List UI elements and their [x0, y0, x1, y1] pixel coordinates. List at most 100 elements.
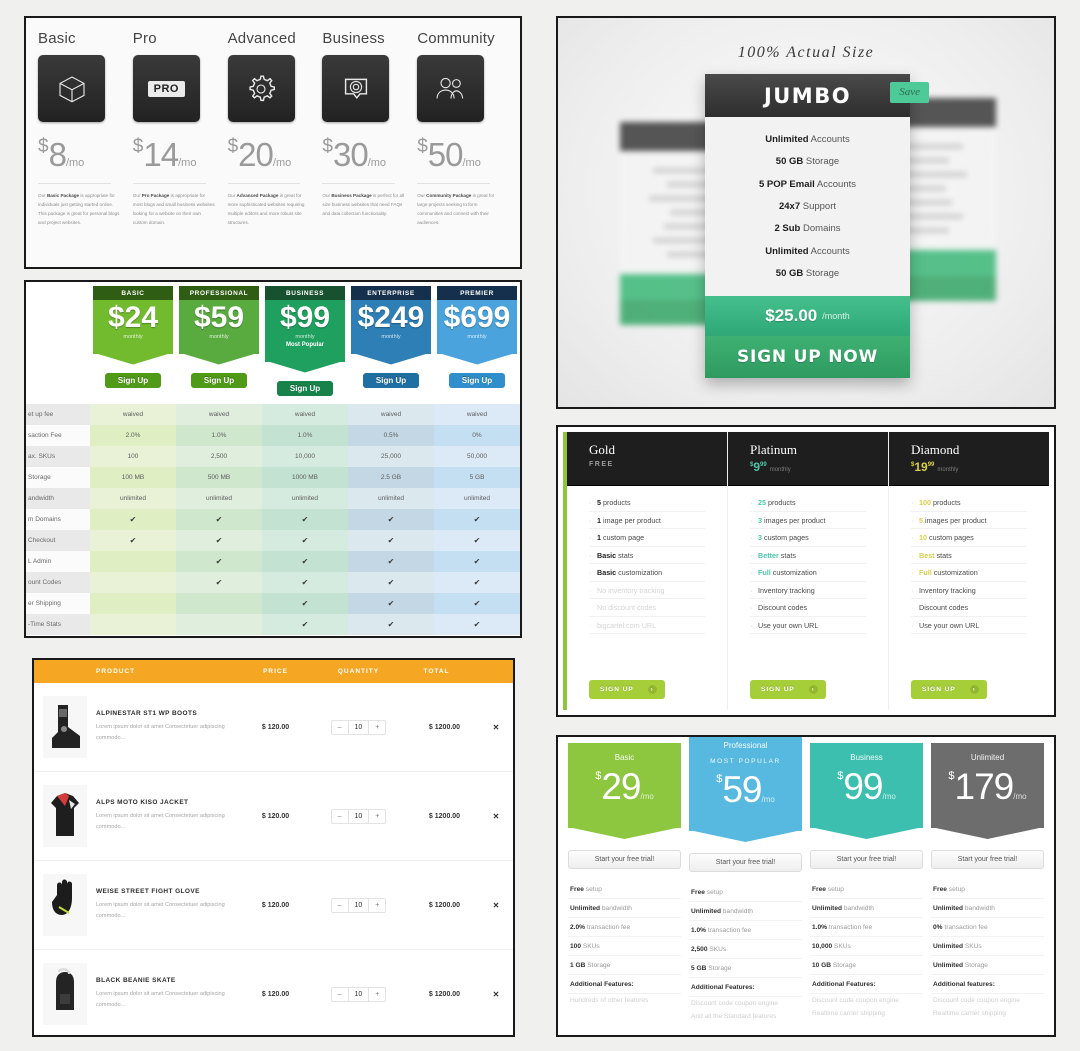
- feature-value: unlimited: [90, 488, 176, 509]
- feature-item: Additional Features:: [568, 975, 681, 994]
- feature-text: Use your own URL: [758, 620, 819, 630]
- feature-list: 25 products3 images per product3 custom …: [728, 486, 888, 669]
- quantity-value[interactable]: 10: [347, 898, 370, 912]
- plan-card: Unlimited $179/mo: [931, 743, 1044, 828]
- start-trial-button[interactable]: Start your free trial!: [689, 853, 802, 872]
- desc-lead: Our: [132, 193, 142, 198]
- feature-text: Storage: [706, 964, 732, 972]
- product-title[interactable]: ALPS MOTO KISO JACKET: [96, 799, 234, 806]
- quantity-stepper[interactable]: –10 +: [330, 986, 387, 1002]
- price-period: monthly: [769, 467, 791, 473]
- signup-button[interactable]: SIGN UP ›: [750, 680, 826, 699]
- feature-highlight: Full: [758, 568, 771, 577]
- feature-text: transaction fee: [706, 926, 752, 934]
- remove-item-icon[interactable]: ✕: [479, 901, 513, 910]
- signup-button[interactable]: Sign Up: [276, 380, 334, 396]
- feature-highlight: Additional Features:: [570, 980, 634, 988]
- tier-caption: BASIC: [93, 286, 173, 300]
- plan-description: Our Pro Package is appropriate for most …: [133, 192, 216, 228]
- plan-price: $59/mo: [689, 765, 802, 819]
- product-title[interactable]: BLACK BEANIE SKATE: [96, 977, 234, 984]
- signup-button[interactable]: SIGN UP ›: [589, 680, 665, 699]
- plan-header: Platinum $999monthly: [728, 432, 888, 486]
- feature-value: [176, 614, 262, 635]
- plan-column-community: Community $50/mo Our Community Package is …: [417, 30, 512, 267]
- plan-column-basic: Basic $29/mo Start your free trial! Free se…: [564, 743, 685, 1029]
- plan-column-diamond: Diamond$1999monthly100 products5 images …: [889, 432, 1049, 710]
- decrement-button[interactable]: –: [332, 899, 348, 912]
- cart-col-price: PRICE: [263, 668, 288, 675]
- quantity-stepper[interactable]: –10 +: [330, 719, 387, 735]
- signup-button[interactable]: Sign Up: [104, 372, 162, 388]
- plan-name: Business: [850, 753, 883, 762]
- tier-period: monthly: [381, 333, 401, 340]
- decrement-button[interactable]: –: [332, 721, 348, 734]
- plan-price: $20/mo: [228, 136, 311, 174]
- quantity-cell: –10 +: [317, 719, 400, 735]
- feature-text: Accounts: [808, 245, 850, 257]
- feature-highlight: 1.0%: [691, 926, 707, 934]
- feature-item: 5 products: [589, 494, 705, 512]
- decrement-button[interactable]: –: [332, 988, 348, 1001]
- increment-button[interactable]: +: [369, 988, 385, 1001]
- quantity-value[interactable]: 10: [347, 720, 370, 734]
- feature-value: [90, 551, 176, 572]
- desc-package-name: Pro Package: [141, 193, 170, 198]
- decrement-button[interactable]: –: [332, 810, 348, 823]
- feature-row: ount Codes ✔ ✔ ✔ ✔: [26, 572, 520, 593]
- desc-package-name: Community Package: [426, 193, 472, 198]
- additional-feature: Discount code coupon engine: [691, 1000, 778, 1007]
- quantity-stepper[interactable]: –10 +: [330, 808, 387, 824]
- product-info: BLACK BEANIE SKATE Lorem ipsum dolor sit …: [96, 977, 234, 1011]
- feature-highlight: Unlimited: [933, 942, 964, 950]
- quantity-value[interactable]: 10: [347, 987, 370, 1001]
- tier-period: monthly: [467, 333, 487, 340]
- feature-text: Inventory tracking: [758, 585, 815, 595]
- price-amount: 19: [914, 460, 928, 474]
- increment-button[interactable]: +: [369, 721, 385, 734]
- feature-value: ✔: [434, 614, 520, 635]
- tier-signup-wrap: Sign Up: [351, 370, 431, 388]
- start-trial-button[interactable]: Start your free trial!: [810, 850, 923, 869]
- signup-button[interactable]: Sign Up: [448, 372, 506, 388]
- feature-item: Free setup: [810, 880, 923, 899]
- increment-button[interactable]: +: [369, 810, 385, 823]
- feature-label: ax. SKUs: [26, 446, 90, 467]
- jumbo-card-header: JUMBO Save: [705, 74, 929, 117]
- tier-header-enterprise: ENTERPRISE $249 monthly Sign Up: [348, 282, 434, 404]
- plan-column-professional: Professional MOST POPULAR $59/mo Start your…: [685, 737, 806, 1029]
- signup-button[interactable]: SIGN UP ›: [911, 680, 987, 699]
- signup-button[interactable]: Sign Up: [362, 372, 420, 388]
- feature-item: 2,500 SKUs: [689, 940, 802, 959]
- jumbo-signup-button[interactable]: SIGN UP NOW: [705, 336, 910, 379]
- product-info: ALPS MOTO KISO JACKET Lorem ipsum dolor s…: [96, 799, 234, 833]
- quantity-stepper[interactable]: –10 +: [330, 897, 387, 913]
- quantity-value[interactable]: 10: [347, 809, 370, 823]
- feature-label: saction Fee: [26, 425, 90, 446]
- remove-item-icon[interactable]: ✕: [479, 990, 513, 999]
- product-title[interactable]: ALPINESTAR ST1 WP BOOTS: [96, 710, 234, 717]
- start-trial-button[interactable]: Start your free trial!: [568, 850, 681, 869]
- price-period: /mo: [272, 157, 292, 169]
- product-description: Lorem ipsum dolor sit amet Consectetuer …: [96, 901, 225, 919]
- feature-text: images per product: [923, 515, 987, 525]
- feature-highlight: Additional Features:: [812, 980, 876, 988]
- signup-button[interactable]: Sign Up: [190, 372, 248, 388]
- plan-header: Diamond $1999monthly: [889, 432, 1049, 486]
- remove-item-icon[interactable]: ✕: [479, 723, 513, 732]
- jumbo-title: JUMBO: [763, 83, 852, 108]
- most-popular-label: Most Popular: [285, 341, 324, 348]
- remove-item-icon[interactable]: ✕: [479, 812, 513, 821]
- cube-icon: [38, 55, 105, 122]
- plan-card: Business $99/mo: [810, 743, 923, 828]
- start-trial-button[interactable]: Start your free trial!: [931, 850, 1044, 869]
- plan-description: Our Community Package is great for large…: [417, 192, 500, 228]
- increment-button[interactable]: +: [369, 899, 385, 912]
- currency-symbol: $: [132, 136, 144, 157]
- product-title[interactable]: WEISE STREET FIGHT GLOVE: [96, 888, 234, 895]
- cart-item-row: WEISE STREET FIGHT GLOVE Lorem ipsum dolo…: [34, 861, 513, 950]
- plan-column-pro: Pro PRO $14/mo Our Pro Package is appropria…: [132, 30, 228, 267]
- feature-value: ✔: [262, 530, 348, 551]
- feature-text: Storage: [585, 961, 611, 969]
- jumbo-feature: 50 GB Storage: [705, 151, 910, 173]
